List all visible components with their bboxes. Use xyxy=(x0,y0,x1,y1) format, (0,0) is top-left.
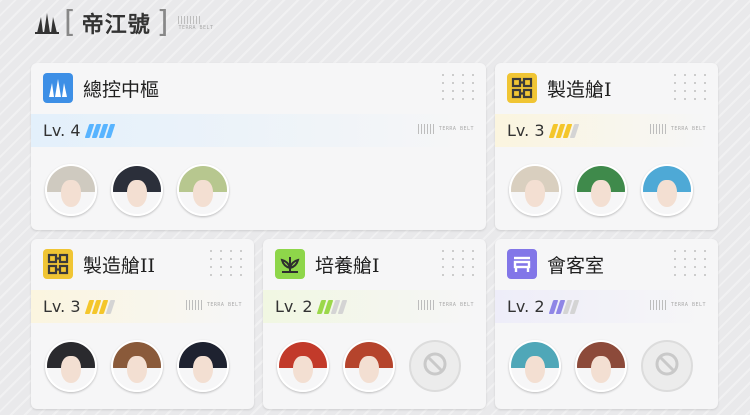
room-header: 培養艙I xyxy=(275,249,380,279)
barcode-decoration xyxy=(185,300,204,310)
barcode-decoration xyxy=(178,15,201,24)
level-band: Lv. 4 TERRA BELT xyxy=(31,114,486,147)
level-band: Lv. 3 TERRA BELT xyxy=(495,114,718,147)
room-card[interactable]: 總控中樞 Lv. 4 TERRA BELT xyxy=(31,63,486,230)
operator-avatar[interactable] xyxy=(111,164,163,216)
reception-room-icon xyxy=(507,249,537,279)
prohibited-icon xyxy=(422,351,448,381)
band-deco-text: TERRA BELT xyxy=(670,302,706,308)
operator-list xyxy=(509,164,693,216)
operator-avatar[interactable] xyxy=(177,340,229,392)
operator-list xyxy=(277,340,461,392)
operator-avatar[interactable] xyxy=(575,340,627,392)
band-deco-text: TERRA BELT xyxy=(670,126,706,132)
operator-avatar[interactable] xyxy=(641,164,693,216)
page-header: [ 帝江號 ] TERRA BELT xyxy=(32,3,214,43)
room-name: 會客室 xyxy=(547,254,605,277)
operator-avatar[interactable] xyxy=(509,340,561,392)
empty-slot[interactable] xyxy=(641,340,693,392)
level-indicator xyxy=(316,299,347,314)
room-name: 製造艙II xyxy=(83,254,156,277)
dot-grid-decoration xyxy=(206,247,246,277)
dot-grid-decoration xyxy=(670,247,710,277)
room-card[interactable]: 培養艙I Lv. 2 TERRA BELT xyxy=(263,239,486,409)
bracket-left: [ xyxy=(64,5,76,40)
operator-avatar[interactable] xyxy=(509,164,561,216)
operator-avatar[interactable] xyxy=(575,164,627,216)
band-deco-text: TERRA BELT xyxy=(206,302,242,308)
level-indicator xyxy=(84,123,115,138)
base-logo-icon xyxy=(32,8,62,38)
operator-avatar[interactable] xyxy=(45,340,97,392)
band-deco-text: TERRA BELT xyxy=(438,126,474,132)
operator-list xyxy=(45,164,229,216)
page-title: 帝江號 xyxy=(81,13,151,38)
operator-list xyxy=(45,340,229,392)
room-header: 總控中樞 xyxy=(43,73,159,103)
header-decoration: TERRA BELT xyxy=(178,15,214,31)
level-label: Lv. 4 xyxy=(43,121,81,140)
operator-avatar[interactable] xyxy=(177,164,229,216)
barcode-decoration xyxy=(649,124,668,134)
band-decoration: TERRA BELT xyxy=(417,124,474,134)
room-name: 培養艙I xyxy=(315,254,380,277)
header-deco-text: TERRA BELT xyxy=(178,24,214,31)
room-card[interactable]: 會客室 Lv. 2 TERRA BELT xyxy=(495,239,718,409)
band-decoration: TERRA BELT xyxy=(649,300,706,310)
band-decoration: TERRA BELT xyxy=(185,300,242,310)
barcode-decoration xyxy=(417,300,436,310)
operator-avatar[interactable] xyxy=(277,340,329,392)
control-center-icon xyxy=(43,73,73,103)
level-indicator xyxy=(548,123,579,138)
room-name: 製造艙I xyxy=(547,78,612,101)
level-band: Lv. 2 TERRA BELT xyxy=(263,290,486,323)
dot-grid-decoration xyxy=(670,71,710,101)
empty-slot[interactable] xyxy=(409,340,461,392)
room-name: 總控中樞 xyxy=(83,78,160,101)
room-header: 會客室 xyxy=(507,249,604,279)
level-indicator xyxy=(548,299,579,314)
level-label: Lv. 2 xyxy=(275,297,313,316)
level-band: Lv. 3 TERRA BELT xyxy=(31,290,254,323)
room-header: 製造艙I xyxy=(507,73,612,103)
dot-grid-decoration xyxy=(438,247,478,277)
band-decoration: TERRA BELT xyxy=(649,124,706,134)
growth-chamber-icon xyxy=(275,249,305,279)
room-card[interactable]: 製造艙II Lv. 3 TERRA BELT xyxy=(31,239,254,409)
dot-grid-decoration xyxy=(438,71,478,101)
level-label: Lv. 3 xyxy=(43,297,81,316)
manufacture-icon xyxy=(43,249,73,279)
level-label: Lv. 2 xyxy=(507,297,545,316)
manufacture-icon xyxy=(507,73,537,103)
barcode-decoration xyxy=(417,124,436,134)
room-card[interactable]: 製造艙I Lv. 3 TERRA BELT xyxy=(495,63,718,230)
prohibited-icon xyxy=(654,351,680,381)
operator-avatar[interactable] xyxy=(343,340,395,392)
level-label: Lv. 3 xyxy=(507,121,545,140)
operator-avatar[interactable] xyxy=(45,164,97,216)
bracket-right: ] xyxy=(156,5,169,40)
band-decoration: TERRA BELT xyxy=(417,300,474,310)
level-indicator xyxy=(84,299,115,314)
level-band: Lv. 2 TERRA BELT xyxy=(495,290,718,323)
barcode-decoration xyxy=(649,300,668,310)
band-deco-text: TERRA BELT xyxy=(438,302,474,308)
room-header: 製造艙II xyxy=(43,249,155,279)
operator-avatar[interactable] xyxy=(111,340,163,392)
operator-list xyxy=(509,340,693,392)
